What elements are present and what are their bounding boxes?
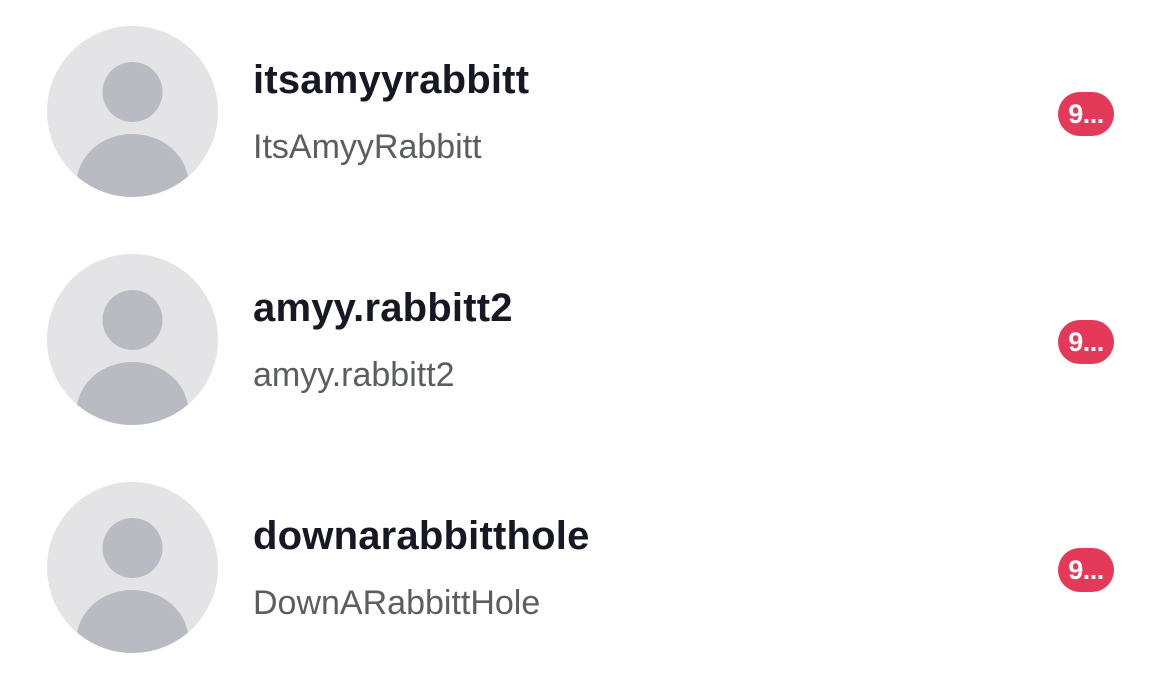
display-name: amyy.rabbitt2 [253, 356, 455, 394]
list-item[interactable]: downarabbitthole DownARabbittHole 9... [0, 456, 1170, 684]
username: amyy.rabbitt2 [253, 286, 513, 330]
username: itsamyyrabbitt [253, 58, 530, 102]
avatar[interactable] [47, 254, 218, 425]
username: downarabbitthole [253, 514, 590, 558]
avatar[interactable] [47, 26, 218, 197]
notification-badge: 9... [1058, 92, 1114, 136]
list-item[interactable]: amyy.rabbitt2 amyy.rabbitt2 9... [0, 228, 1170, 456]
profile-placeholder-icon [47, 254, 218, 425]
notification-badge: 9... [1058, 320, 1114, 364]
notification-badge: 9... [1058, 548, 1114, 592]
profile-placeholder-icon [47, 482, 218, 653]
display-name: DownARabbittHole [253, 584, 541, 622]
profile-placeholder-icon [47, 26, 218, 197]
avatar[interactable] [47, 482, 218, 653]
account-list: itsamyyrabbitt ItsAmyyRabbitt 9... amyy.… [0, 0, 1170, 682]
display-name: ItsAmyyRabbitt [253, 128, 482, 166]
list-item[interactable]: itsamyyrabbitt ItsAmyyRabbitt 9... [0, 0, 1170, 228]
